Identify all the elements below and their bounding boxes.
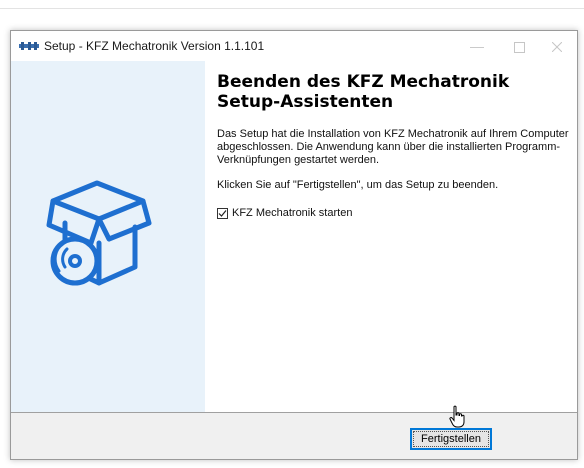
minimize-button[interactable]: — [457, 31, 497, 61]
completion-message: Das Setup hat die Installation von KFZ M… [217, 128, 569, 166]
wizard-footer: Fertigstellen [11, 413, 577, 459]
minimize-icon: — [470, 38, 484, 54]
finish-button[interactable]: Fertigstellen [410, 428, 492, 450]
wizard-content: Beenden des KFZ Mechatronik Setup-Assist… [205, 61, 577, 412]
close-button[interactable] [537, 31, 577, 61]
launch-app-checkbox[interactable] [217, 207, 228, 219]
maximize-icon [513, 41, 525, 53]
mouse-cursor-icon [449, 405, 465, 428]
focus-ring [413, 431, 489, 447]
checkmark-icon [218, 209, 227, 217]
page-title: Beenden des KFZ Mechatronik Setup-Assist… [217, 72, 510, 112]
close-icon [551, 41, 563, 53]
wizard-sidebar [11, 61, 205, 412]
box-with-disc-icon [46, 180, 152, 286]
launch-app-label[interactable]: KFZ Mechatronik starten [232, 207, 352, 219]
title-bar[interactable]: Setup - KFZ Mechatronik Version 1.1.101 … [11, 31, 577, 61]
finish-instruction: Klicken Sie auf "Fertigstellen", um das … [217, 179, 499, 191]
setup-window: Setup - KFZ Mechatronik Version 1.1.101 … [10, 30, 578, 460]
maximize-button[interactable] [499, 31, 539, 61]
top-divider [0, 8, 584, 9]
window-title: Setup - KFZ Mechatronik Version 1.1.101 [44, 39, 265, 53]
setup-app-icon [19, 42, 39, 50]
launch-app-checkbox-row[interactable]: KFZ Mechatronik starten [217, 207, 352, 219]
